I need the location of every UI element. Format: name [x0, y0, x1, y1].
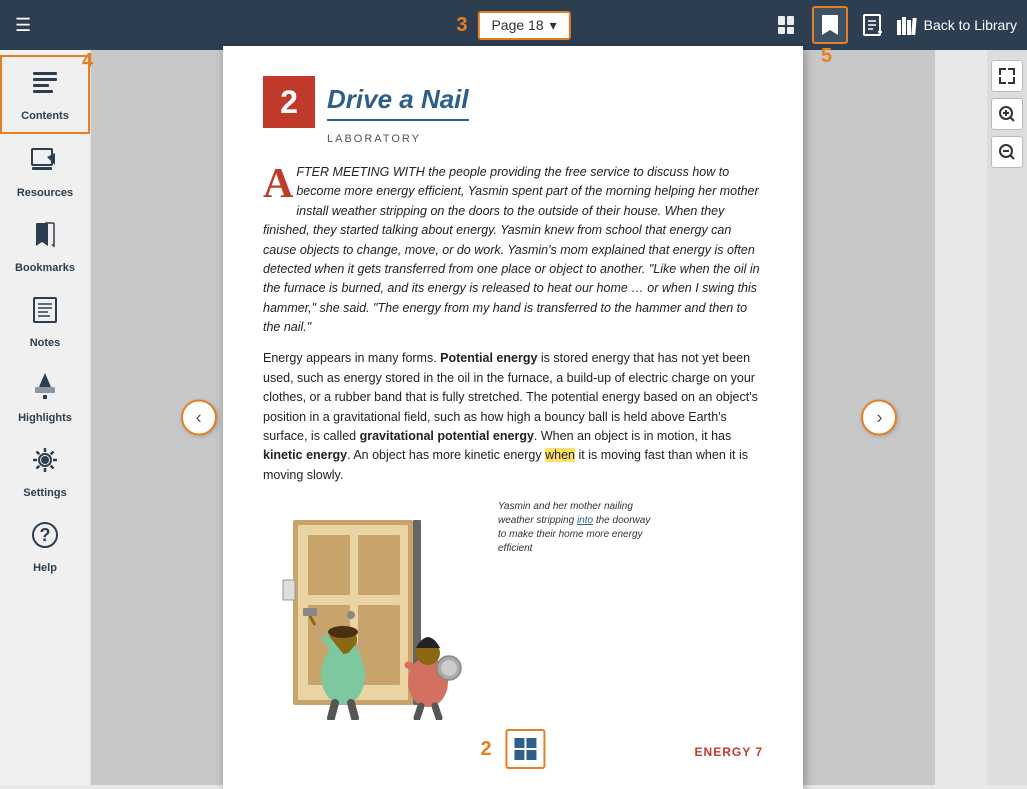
bookmark-header-icon: [819, 13, 841, 37]
back-library-icon: [896, 14, 918, 36]
kinetic-term: kinetic energy: [263, 448, 347, 462]
header-right: Back to Library: [770, 6, 1017, 44]
help-icon: ?: [29, 519, 61, 558]
book-illustration: [263, 500, 483, 725]
bookmarks-label: Bookmarks: [15, 262, 75, 274]
zoom-out-icon: [998, 143, 1016, 161]
step3-badge: 3: [456, 14, 467, 37]
library-icon-button[interactable]: [770, 8, 804, 42]
para1-text: FTER MEETING WITH the people providing t…: [263, 165, 760, 334]
prev-page-button[interactable]: ‹: [181, 400, 217, 436]
expand-button[interactable]: [991, 60, 1023, 92]
illustration-svg: [263, 500, 483, 720]
footer-text: ENERGY 7: [695, 745, 763, 759]
para2-start: Energy appears in many forms.: [263, 351, 440, 365]
header-left: ☰: [10, 10, 36, 41]
notes-icon: [29, 294, 61, 333]
header-center: 3 Page 18 ▾: [456, 11, 570, 40]
grid-view-button[interactable]: [506, 729, 546, 769]
potential-energy-term: Potential energy: [440, 351, 537, 365]
back-library-label: Back to Library: [924, 17, 1017, 33]
right-nav-area: 1 ›: [872, 406, 887, 429]
grid-badge: 2: [480, 738, 491, 761]
caption-link-1: into: [577, 515, 593, 526]
main-content: 1 ‹ 2 Drive a Nail LABORATORY A FTER MEE…: [91, 50, 935, 785]
bookmarks-header-button[interactable]: [812, 6, 848, 44]
sidebar-item-bookmarks[interactable]: Bookmarks: [0, 209, 90, 284]
expand-icon: [998, 67, 1016, 85]
zoom-in-button[interactable]: [991, 98, 1023, 130]
page-selector-button[interactable]: Page 18 ▾: [477, 11, 570, 40]
sidebar-item-resources[interactable]: Resources: [0, 134, 90, 209]
menu-button[interactable]: ☰: [10, 10, 36, 41]
back-to-library-button[interactable]: Back to Library: [896, 14, 1017, 36]
bookmarks-icon: [29, 219, 61, 258]
chapter-number-box: 2: [263, 76, 315, 128]
highlights-label: Highlights: [18, 412, 72, 424]
sidebar-item-notes[interactable]: Notes: [0, 284, 90, 359]
book-page: 2 Drive a Nail LABORATORY A FTER MEETING…: [223, 46, 803, 789]
drop-cap: A: [263, 167, 293, 203]
sidebar: Contents Resources Bookmarks: [0, 50, 91, 785]
paragraph-2: Energy appears in many forms. Potential …: [263, 349, 763, 485]
zoom-out-button[interactable]: [991, 136, 1023, 168]
zoom-in-icon: [998, 105, 1016, 123]
para2-end: . When an object is in motion, it has: [534, 429, 731, 443]
chapter-header: 2 Drive a Nail: [263, 76, 763, 128]
settings-icon: [29, 444, 61, 483]
chevron-down-icon: ▾: [550, 17, 557, 34]
library-icon: [775, 13, 799, 37]
contents-label: Contents: [21, 110, 69, 122]
sidebar-item-help[interactable]: ? Help: [0, 509, 90, 584]
resources-label: Resources: [17, 187, 73, 199]
right-tools-panel: [987, 50, 1027, 785]
chapter-subtitle: LABORATORY: [327, 133, 763, 145]
svg-text:?: ?: [40, 525, 51, 545]
settings-label: Settings: [23, 487, 66, 499]
grid-icon: [515, 738, 537, 760]
grid-button-area: 2: [480, 729, 545, 769]
chapter-title: Drive a Nail: [327, 84, 469, 121]
page-label: Page 18: [491, 17, 543, 33]
left-nav-area: 1 ‹: [191, 406, 206, 429]
contents-icon: [29, 67, 61, 106]
top-header: ☰ 3 Page 18 ▾: [0, 0, 1027, 50]
resources-icon: [29, 144, 61, 183]
sidebar-item-contents[interactable]: Contents: [0, 55, 90, 134]
add-note-button[interactable]: [856, 8, 888, 42]
help-label: Help: [33, 562, 57, 574]
notes-label: Notes: [30, 337, 61, 349]
add-note-icon: [861, 13, 883, 37]
next-page-button[interactable]: ›: [861, 400, 897, 436]
sidebar-item-settings[interactable]: Settings: [0, 434, 90, 509]
sidebar-item-highlights[interactable]: Highlights: [0, 359, 90, 434]
image-caption: Yasmin and her mother nailing weather st…: [498, 500, 658, 556]
paragraph-1: A FTER MEETING WITH the people providing…: [263, 163, 763, 337]
highlighted-when: when: [545, 448, 575, 462]
gravitational-term: gravitational potential energy: [360, 429, 534, 443]
highlights-icon: [29, 369, 61, 408]
image-section: Yasmin and her mother nailing weather st…: [263, 500, 763, 725]
